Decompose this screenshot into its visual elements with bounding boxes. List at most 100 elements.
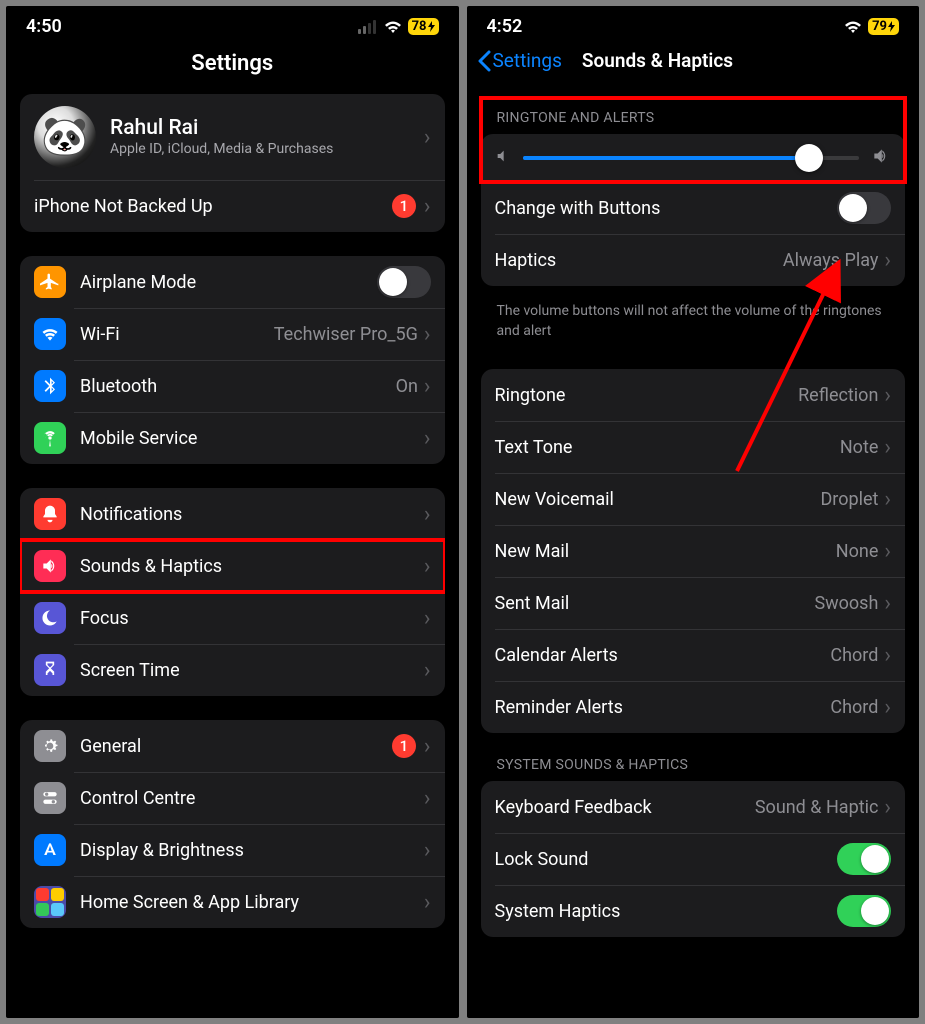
- mobile-service-row[interactable]: Mobile Service ›: [20, 412, 445, 464]
- back-label: Settings: [493, 49, 562, 72]
- change-haptics-group: Change with Buttons Haptics Always Play …: [481, 182, 906, 286]
- chevron-right-icon: ›: [884, 643, 891, 668]
- switches-icon: [34, 782, 66, 814]
- chevron-right-icon: ›: [424, 125, 431, 150]
- chevron-right-icon: ›: [884, 539, 891, 564]
- battery-indicator: 79: [868, 18, 899, 35]
- chevron-right-icon: ›: [424, 658, 431, 683]
- bluetooth-row[interactable]: Bluetooth On ›: [20, 360, 445, 412]
- keyboard-feedback-row[interactable]: Keyboard Feedback Sound & Haptic ›: [481, 781, 906, 833]
- sounds-haptics-row[interactable]: Sounds & Haptics ›: [20, 540, 445, 592]
- new-mail-row[interactable]: New Mail None ›: [481, 525, 906, 577]
- general-label: General: [80, 736, 392, 757]
- gear-icon: [34, 730, 66, 762]
- nav-title: Sounds & Haptics: [582, 49, 733, 72]
- airplane-toggle[interactable]: [377, 266, 431, 298]
- volume-slider[interactable]: [523, 156, 860, 160]
- notifications-group: Notifications › Sounds & Haptics › Focus…: [20, 488, 445, 696]
- chevron-right-icon: ›: [424, 838, 431, 863]
- speaker-high-icon: [871, 146, 891, 170]
- sounds-haptics-screen: 4:52 79 Settings Sounds & Haptics RINGTO…: [467, 6, 920, 1018]
- wifi-icon: [384, 20, 402, 34]
- chevron-right-icon: ›: [424, 554, 431, 579]
- chevron-right-icon: ›: [884, 795, 891, 820]
- page-title: Settings: [6, 51, 459, 76]
- chevron-right-icon: ›: [884, 435, 891, 460]
- chevron-right-icon: ›: [884, 591, 891, 616]
- chevron-right-icon: ›: [424, 194, 431, 219]
- general-group: General 1 › Control Centre › Display & B…: [20, 720, 445, 928]
- reminder-alerts-row[interactable]: Reminder Alerts Chord ›: [481, 681, 906, 733]
- display-row[interactable]: Display & Brightness ›: [20, 824, 445, 876]
- nav-header: Settings Sounds & Haptics: [467, 43, 920, 86]
- control-centre-row[interactable]: Control Centre ›: [20, 772, 445, 824]
- home-screen-row[interactable]: Home Screen & App Library ›: [20, 876, 445, 928]
- settings-main-screen: 4:50 78 Settings 🐼 Rahul Rai Apple ID, i…: [6, 6, 459, 1018]
- apple-id-group: 🐼 Rahul Rai Apple ID, iCloud, Media & Pu…: [20, 94, 445, 232]
- chevron-right-icon: ›: [884, 248, 891, 273]
- volume-slider-row[interactable]: [481, 134, 906, 182]
- calendar-alerts-row[interactable]: Calendar Alerts Chord ›: [481, 629, 906, 681]
- text-size-icon: [34, 834, 66, 866]
- chevron-right-icon: ›: [424, 374, 431, 399]
- back-button[interactable]: Settings: [477, 49, 562, 72]
- notifications-row[interactable]: Notifications ›: [20, 488, 445, 540]
- chevron-right-icon: ›: [424, 890, 431, 915]
- connectivity-group: Airplane Mode Wi-Fi Techwiser Pro_5G › B…: [20, 256, 445, 464]
- wifi-label: Wi-Fi: [80, 324, 274, 345]
- avatar: 🐼: [34, 106, 96, 168]
- airplane-label: Airplane Mode: [80, 272, 377, 293]
- update-badge: 1: [392, 734, 416, 758]
- screen-time-row[interactable]: Screen Time ›: [20, 644, 445, 696]
- change-buttons-label: Change with Buttons: [495, 198, 838, 219]
- ringtone-alerts-group: [481, 134, 906, 182]
- ringtone-row[interactable]: Ringtone Reflection ›: [481, 369, 906, 421]
- apple-id-row[interactable]: 🐼 Rahul Rai Apple ID, iCloud, Media & Pu…: [20, 94, 445, 180]
- general-row[interactable]: General 1 ›: [20, 720, 445, 772]
- chevron-right-icon: ›: [424, 322, 431, 347]
- speaker-low-icon: [495, 148, 511, 168]
- battery-indicator: 78: [408, 18, 439, 35]
- lock-sound-toggle[interactable]: [837, 843, 891, 875]
- control-label: Control Centre: [80, 788, 424, 809]
- ringtone-header-label: RINGTONE AND ALERTS: [481, 86, 906, 134]
- chevron-left-icon: [477, 50, 491, 72]
- system-haptics-toggle[interactable]: [837, 895, 891, 927]
- change-buttons-toggle[interactable]: [837, 192, 891, 224]
- speaker-icon: [34, 550, 66, 582]
- chevron-right-icon: ›: [884, 383, 891, 408]
- chevron-right-icon: ›: [884, 695, 891, 720]
- display-label: Display & Brightness: [80, 840, 424, 861]
- haptics-label: Haptics: [495, 250, 783, 271]
- wifi-value: Techwiser Pro_5G: [274, 324, 418, 345]
- warning-badge: 1: [392, 194, 416, 218]
- airplane-mode-row[interactable]: Airplane Mode: [20, 256, 445, 308]
- haptics-row[interactable]: Haptics Always Play ›: [481, 234, 906, 286]
- bluetooth-icon: [34, 370, 66, 402]
- haptics-value: Always Play: [783, 250, 878, 271]
- cellular-signal-icon: [358, 20, 376, 34]
- bell-icon: [34, 498, 66, 530]
- wifi-settings-icon: [34, 318, 66, 350]
- profile-name: Rahul Rai: [110, 116, 424, 140]
- screentime-label: Screen Time: [80, 660, 424, 681]
- sent-mail-row[interactable]: Sent Mail Swoosh ›: [481, 577, 906, 629]
- focus-label: Focus: [80, 608, 424, 629]
- bluetooth-value: On: [396, 376, 418, 397]
- mobile-label: Mobile Service: [80, 428, 424, 449]
- app-grid-icon: [34, 886, 66, 918]
- antenna-icon: [34, 422, 66, 454]
- airplane-icon: [34, 266, 66, 298]
- backup-warning-row[interactable]: iPhone Not Backed Up 1 ›: [20, 180, 445, 232]
- lock-sound-row[interactable]: Lock Sound: [481, 833, 906, 885]
- wifi-row[interactable]: Wi-Fi Techwiser Pro_5G ›: [20, 308, 445, 360]
- change-with-buttons-row[interactable]: Change with Buttons: [481, 182, 906, 234]
- system-haptics-row[interactable]: System Haptics: [481, 885, 906, 937]
- status-bar: 4:50 78: [6, 6, 459, 43]
- voicemail-row[interactable]: New Voicemail Droplet ›: [481, 473, 906, 525]
- wifi-icon: [844, 20, 862, 34]
- system-sounds-group: Keyboard Feedback Sound & Haptic › Lock …: [481, 781, 906, 937]
- chevron-right-icon: ›: [424, 502, 431, 527]
- focus-row[interactable]: Focus ›: [20, 592, 445, 644]
- text-tone-row[interactable]: Text Tone Note ›: [481, 421, 906, 473]
